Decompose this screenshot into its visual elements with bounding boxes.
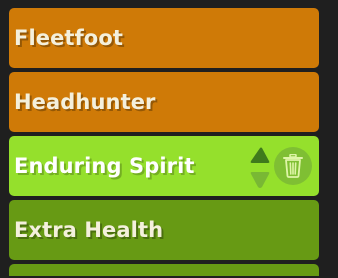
list-item-label: Fleetfoot: [14, 26, 123, 50]
list-item-headhunter[interactable]: Headhunter: [9, 72, 319, 132]
perk-list: Fleetfoot Headhunter Enduring Spirit Ext…: [9, 8, 319, 276]
arrow-up-icon: [250, 147, 270, 163]
list-item-enduring-spirit[interactable]: Enduring Spirit: [9, 136, 319, 196]
trash-icon: [283, 154, 303, 178]
list-item-label: Extra Health: [14, 218, 164, 242]
delete-button[interactable]: [274, 147, 312, 185]
list-item-partial[interactable]: [9, 264, 319, 276]
list-item-label: Headhunter: [14, 90, 156, 114]
move-down-button[interactable]: [249, 170, 271, 190]
list-item-fleetfoot[interactable]: Fleetfoot: [9, 8, 319, 68]
arrow-down-icon: [250, 172, 270, 188]
move-up-button[interactable]: [249, 146, 271, 166]
reorder-controls: [249, 146, 271, 190]
list-item-label: Enduring Spirit: [14, 154, 195, 178]
list-item-extra-health[interactable]: Extra Health: [9, 200, 319, 260]
